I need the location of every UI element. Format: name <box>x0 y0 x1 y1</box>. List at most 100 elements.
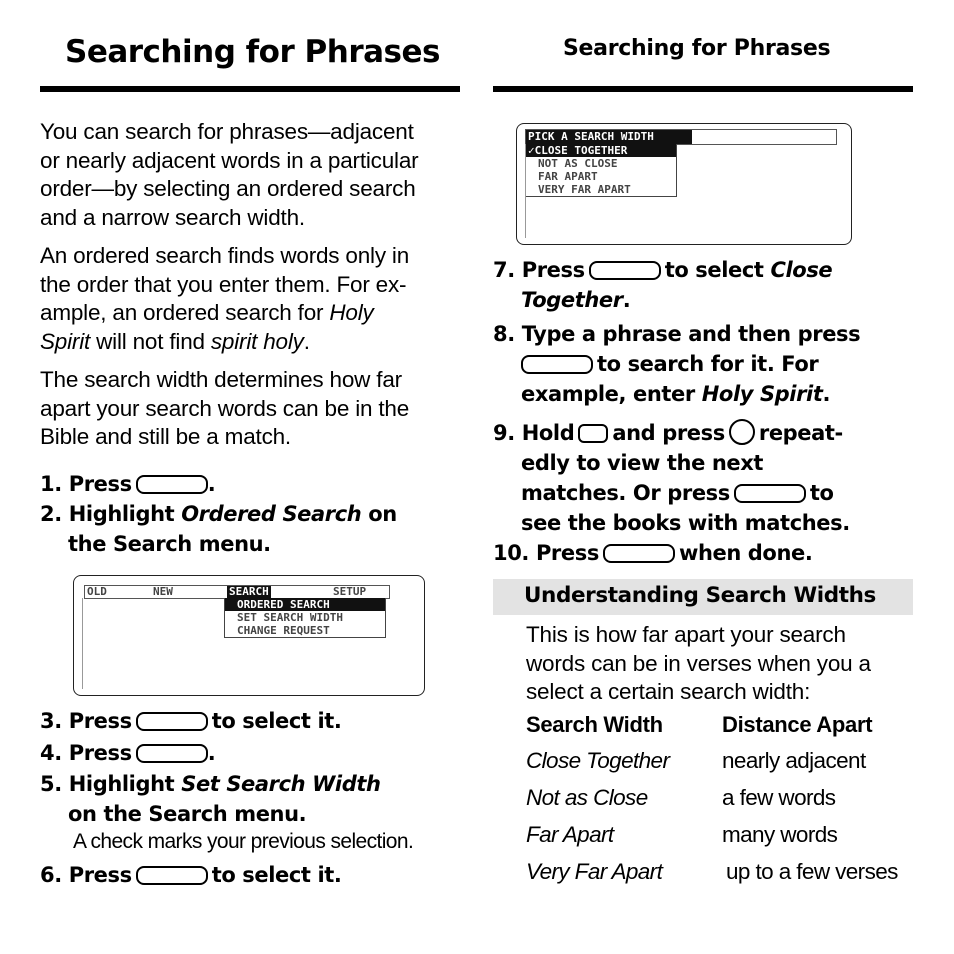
step-10: 10. Press when done. <box>493 538 813 568</box>
step-text: to select <box>664 258 771 282</box>
text: . <box>303 328 310 354</box>
cell-search-width: Very Far Apart <box>526 859 663 884</box>
round-key-icon <box>728 419 755 445</box>
text-line: Spirit will not find spirit holy. <box>40 328 460 357</box>
step-6: 6. Press to select it. <box>40 860 342 890</box>
step-text: repeat- <box>758 421 843 445</box>
example-term: Spirit <box>40 328 91 354</box>
text: ample, an ordered search for <box>40 300 330 325</box>
column-header-distance-apart: Distance Apart <box>722 712 873 737</box>
step-text: to select it. <box>211 863 342 887</box>
key-button-icon <box>135 744 208 763</box>
text-line: This is how far apart your search <box>526 622 846 647</box>
ordered-search-paragraph: An ordered search finds words only in th… <box>40 242 460 356</box>
step-number: 6. <box>40 863 62 887</box>
section-heading-bar: Understanding Search Widths <box>493 579 913 615</box>
option-not-as-close: NOT AS CLOSE <box>538 157 618 170</box>
cell-distance-apart: a few words <box>722 785 836 810</box>
step-number: 2. <box>40 502 62 526</box>
search-width-paragraph: The search width determines how far apar… <box>40 366 460 452</box>
step-text: to search for it. For <box>597 352 819 376</box>
step-text: to select it. <box>211 709 342 733</box>
text-line: An ordered search finds words only in <box>40 243 410 268</box>
table-row: Not as Close a few words <box>526 785 916 822</box>
cell-distance-apart: many words <box>722 822 838 847</box>
running-header: Searching for Phrases <box>563 36 831 61</box>
menu-search: SEARCH <box>227 585 271 598</box>
step-text: Press <box>521 258 585 282</box>
menu-item-reference: Ordered Search <box>181 502 362 526</box>
title-rule <box>40 86 460 92</box>
key-button-icon <box>135 712 208 731</box>
key-button-icon <box>602 544 675 563</box>
step-number: 8. <box>493 322 515 346</box>
step-text: when done. <box>678 541 813 565</box>
key-button-icon <box>521 355 593 374</box>
text-line: Bible and still be a match. <box>40 424 291 449</box>
step-9: 9. Hold and press repeat- edly to view the… <box>493 418 850 538</box>
section-intro: This is how far apart your search words … <box>526 621 916 707</box>
cell-search-width: Close Together <box>526 748 670 773</box>
step-number: 9. <box>493 421 515 445</box>
shift-key-icon <box>578 424 609 443</box>
page-title: Searching for Phrases <box>65 34 440 70</box>
cell-search-width: Not as Close <box>526 785 648 810</box>
column-header-search-width: Search Width <box>526 712 663 737</box>
device-screen-search-width: PICK A SEARCH WIDTH ✓CLOSE TOGETHER NOT … <box>516 123 852 245</box>
table-row: Very Far Apart up to a few verses <box>526 859 916 896</box>
step-text: to <box>809 481 834 505</box>
table-header-row: Search Width Distance Apart <box>526 712 916 748</box>
example-term: Holy <box>329 300 374 325</box>
intro-paragraph: You can search for phrases—adjacent or n… <box>40 118 460 232</box>
step-8: 8. Type a phrase and then press to searc… <box>493 319 861 409</box>
menu-old: OLD <box>87 585 107 598</box>
step-number: 1. <box>40 472 62 496</box>
menu-item-reference: Set Search Width <box>181 772 381 796</box>
prompt-label: PICK A SEARCH WIDTH <box>526 130 692 144</box>
text: will not find <box>90 328 211 354</box>
screen-edge <box>525 144 526 238</box>
step-3: 3. Press to select it. <box>40 706 342 736</box>
step-text: Press <box>68 709 132 733</box>
table-row: Far Apart many words <box>526 822 916 859</box>
step-text: on the Search menu. <box>68 802 307 826</box>
menu-bar: OLD NEW SEARCH SETUP <box>84 585 390 599</box>
text-line: the order that you enter them. For ex- <box>40 271 407 297</box>
dropdown-item-set-search-width: SET SEARCH WIDTH <box>237 611 343 624</box>
step-text: . <box>622 288 631 312</box>
step-text: Press <box>68 863 132 887</box>
option-far-apart: FAR APART <box>538 170 598 183</box>
key-button-icon <box>733 484 806 503</box>
cell-distance-apart: nearly adjacent <box>722 748 866 773</box>
step-text: Press <box>535 541 599 565</box>
text-line: The search width determines how far <box>40 367 402 392</box>
key-button-icon <box>588 261 661 280</box>
dropdown-item-ordered-search: ORDERED SEARCH <box>225 598 385 611</box>
text-line: ample, an ordered search for Holy <box>40 299 460 328</box>
step-text: . <box>207 472 216 496</box>
step-number: 5. <box>40 772 62 796</box>
option-reference: Together <box>521 288 623 312</box>
option-very-far-apart: VERY FAR APART <box>538 183 631 196</box>
step-5-note: A check marks your previous selection. <box>73 830 414 853</box>
step-text: matches. Or press <box>521 481 730 505</box>
step-number: 10. <box>493 541 530 565</box>
header-rule <box>493 86 913 92</box>
text-line: order—by selecting an ordered search <box>40 176 416 201</box>
menu-new: NEW <box>153 585 173 598</box>
option-close-together: ✓CLOSE TOGETHER <box>526 144 676 157</box>
key-button-icon <box>135 866 208 885</box>
text-line: or nearly adjacent words in a particular <box>40 147 419 173</box>
example-term: Holy Spirit <box>701 382 823 406</box>
option-reference: Close <box>770 258 833 282</box>
key-button-icon <box>135 475 208 494</box>
cell-search-width: Far Apart <box>526 822 614 847</box>
search-width-table: Search Width Distance Apart Close Togeth… <box>526 712 916 896</box>
step-7: 7. Press to select Close Together. <box>493 255 833 315</box>
search-width-prompt-bar: PICK A SEARCH WIDTH <box>525 129 837 145</box>
step-1: 1. Press. <box>40 469 216 499</box>
text-line: You can search for phrases—adjacent <box>40 119 414 144</box>
cell-distance-apart: up to a few verses <box>726 859 898 884</box>
example-term: spirit holy <box>210 328 304 354</box>
screen-edge <box>82 598 83 689</box>
